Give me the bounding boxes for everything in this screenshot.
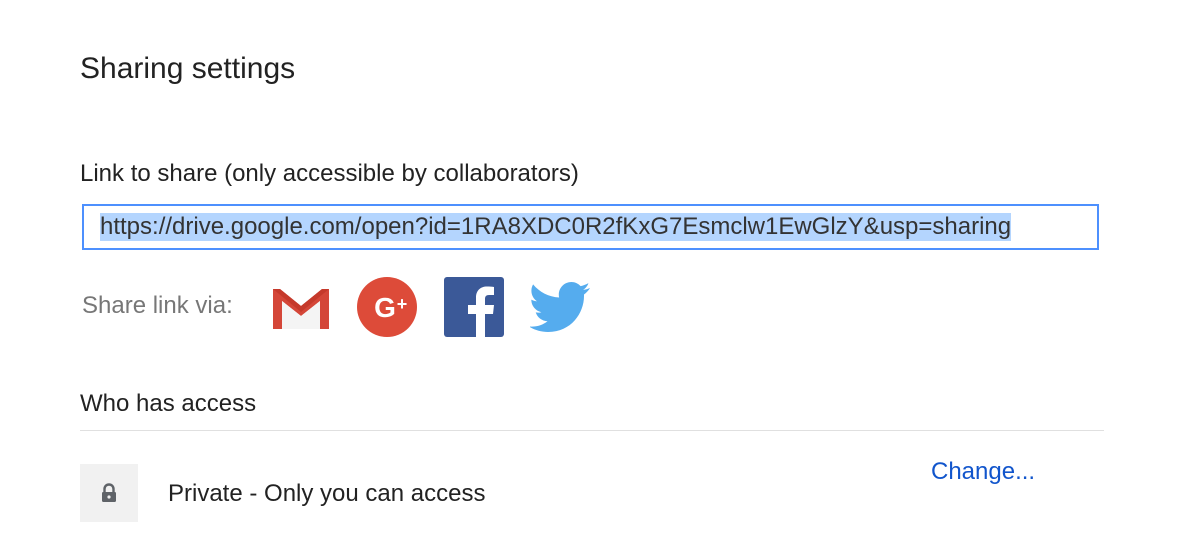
change-access-link[interactable]: Change... [931, 456, 1035, 488]
share-link-field[interactable]: https://drive.google.com/open?id=1RA8XDC… [82, 204, 1099, 250]
svg-text:+: + [397, 294, 408, 314]
lock-icon [102, 483, 116, 502]
dialog-title: Sharing settings [80, 52, 296, 85]
who-has-access-heading: Who has access [80, 390, 257, 417]
share-via-label: Share link via: [82, 292, 233, 319]
svg-text:G: G [374, 292, 396, 323]
share-link-url[interactable]: https://drive.google.com/open?id=1RA8XDC… [100, 213, 1012, 241]
google-plus-icon[interactable]: G + [356, 276, 418, 338]
access-entry-icon-tile [80, 464, 138, 522]
facebook-icon[interactable] [443, 276, 505, 338]
link-to-share-label: Link to share (only accessible by collab… [80, 160, 579, 187]
access-entry-text: Private - Only you can access [168, 480, 486, 507]
gmail-icon[interactable] [270, 276, 332, 338]
twitter-icon[interactable] [528, 276, 592, 338]
section-divider [80, 430, 1104, 431]
